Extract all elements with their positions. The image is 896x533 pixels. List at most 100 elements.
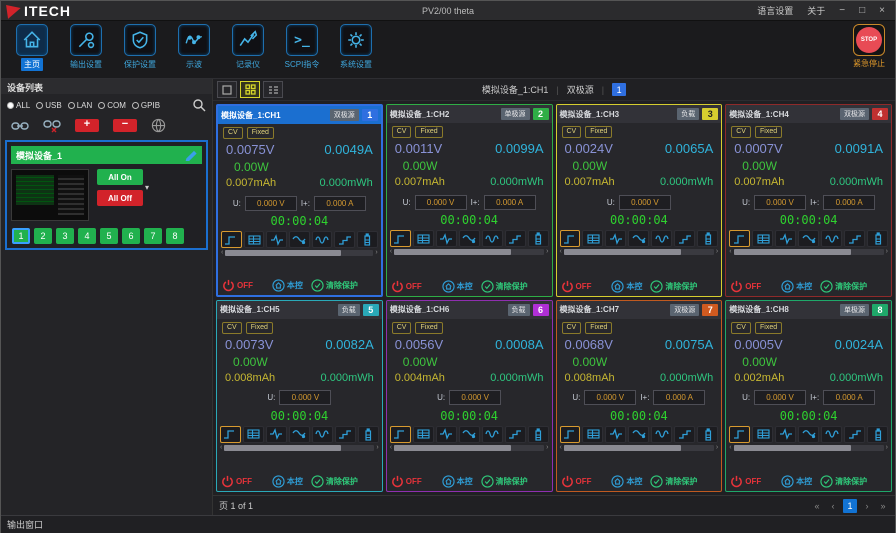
remove-device-button[interactable]: − — [113, 119, 137, 132]
scroll-right-icon[interactable]: › — [716, 249, 718, 255]
power-toggle[interactable]: OFF — [391, 280, 422, 293]
channel-header[interactable]: 模拟设备_1:CH4 双极源 4 — [726, 105, 891, 123]
power-toggle[interactable]: OFF — [561, 475, 592, 488]
scroll-left-icon[interactable]: ‹ — [729, 249, 731, 255]
add-device-button[interactable]: + — [75, 119, 99, 132]
close-button[interactable]: × — [879, 5, 885, 16]
current-set-field[interactable]: 0.000 A — [823, 390, 875, 405]
table-icon[interactable] — [413, 426, 434, 443]
power-toggle[interactable]: OFF — [222, 279, 253, 292]
voltage-set-field[interactable]: 0.000 V — [584, 390, 636, 405]
table-icon[interactable] — [582, 230, 603, 247]
channel-select-button-5[interactable]: 5 — [100, 228, 118, 244]
sine-wave-icon[interactable] — [651, 230, 672, 247]
wave-icon[interactable] — [459, 230, 480, 247]
wave-icon[interactable] — [289, 426, 310, 443]
voltage-set-field[interactable]: 0.000 V — [279, 390, 331, 405]
ramp-icon[interactable] — [674, 426, 695, 443]
card-scrollbar[interactable]: ‹ › — [557, 247, 722, 255]
pulse-icon[interactable] — [266, 231, 287, 248]
battery-icon[interactable] — [528, 426, 549, 443]
pulse-icon[interactable] — [775, 426, 796, 443]
scrollbar-thumb[interactable] — [564, 249, 681, 255]
scroll-left-icon[interactable]: ‹ — [560, 445, 562, 451]
wave-icon[interactable] — [459, 426, 480, 443]
maximize-button[interactable]: □ — [859, 5, 865, 16]
card-scrollbar[interactable]: ‹ › — [387, 443, 552, 451]
battery-icon[interactable] — [528, 230, 549, 247]
voltage-set-field[interactable]: 0.000 V — [754, 390, 806, 405]
last-page-icon[interactable]: » — [877, 501, 889, 511]
local-control-indicator[interactable]: 本控 — [781, 280, 812, 293]
fixed-wave-icon[interactable] — [221, 231, 242, 248]
voltage-set-field[interactable]: 0.000 V — [754, 195, 806, 210]
clear-protection-button[interactable]: 清除保护 — [820, 475, 867, 488]
battery-icon[interactable] — [867, 230, 888, 247]
power-toggle[interactable]: OFF — [730, 280, 761, 293]
wave-icon[interactable] — [798, 426, 819, 443]
power-toggle[interactable]: OFF — [730, 475, 761, 488]
battery-icon[interactable] — [867, 426, 888, 443]
card-scrollbar[interactable]: ‹ › — [726, 247, 891, 255]
fixed-wave-icon[interactable] — [729, 230, 750, 247]
list-view-button[interactable] — [263, 81, 283, 98]
device-card[interactable]: 模拟设备_1 All On All Off ▾ 12345678 — [5, 140, 208, 250]
scrollbar-thumb[interactable] — [734, 445, 851, 451]
fixed-wave-icon[interactable] — [390, 230, 411, 247]
grid-view-button[interactable] — [240, 81, 260, 98]
local-control-indicator[interactable]: 本控 — [272, 475, 303, 488]
ramp-icon[interactable] — [844, 230, 865, 247]
scroll-right-icon[interactable]: › — [546, 249, 548, 255]
current-page-button[interactable]: 1 — [843, 499, 857, 513]
battery-icon[interactable] — [697, 426, 718, 443]
all-off-button[interactable]: All Off — [97, 190, 143, 206]
table-icon[interactable] — [752, 230, 773, 247]
card-scrollbar[interactable]: ‹ › — [726, 443, 891, 451]
scroll-left-icon[interactable]: ‹ — [729, 445, 731, 451]
clear-protection-button[interactable]: 清除保护 — [481, 475, 528, 488]
card-scrollbar[interactable]: ‹ › — [217, 443, 382, 451]
wave-icon[interactable] — [798, 230, 819, 247]
scroll-left-icon[interactable]: ‹ — [390, 445, 392, 451]
channel-header[interactable]: 模拟设备_1:CH2 单极源 2 — [387, 105, 552, 123]
fixed-wave-icon[interactable] — [729, 426, 750, 443]
power-toggle[interactable]: OFF — [561, 280, 592, 293]
local-control-indicator[interactable]: 本控 — [781, 475, 812, 488]
scroll-right-icon[interactable]: › — [886, 445, 888, 451]
ramp-icon[interactable] — [844, 426, 865, 443]
battery-icon[interactable] — [357, 231, 378, 248]
sine-wave-icon[interactable] — [482, 230, 503, 247]
channel-select-button-2[interactable]: 2 — [34, 228, 52, 244]
prev-page-icon[interactable]: ‹ — [827, 501, 839, 511]
ramp-icon[interactable] — [674, 230, 695, 247]
clear-protection-button[interactable]: 清除保护 — [820, 280, 867, 293]
current-set-field[interactable]: 0.000 A — [823, 195, 875, 210]
channel-select-button-6[interactable]: 6 — [122, 228, 140, 244]
local-control-indicator[interactable]: 本控 — [442, 280, 473, 293]
nav-oscilloscope[interactable]: 示波 — [167, 24, 221, 71]
channel-select-button-1[interactable]: 1 — [12, 228, 30, 244]
voltage-set-field[interactable]: 0.000 V — [619, 195, 671, 210]
scroll-left-icon[interactable]: ‹ — [560, 249, 562, 255]
local-control-indicator[interactable]: 本控 — [611, 280, 642, 293]
wave-icon[interactable] — [289, 231, 310, 248]
channel-header[interactable]: 模拟设备_1:CH1 双极源 1 — [218, 106, 381, 124]
local-control-indicator[interactable]: 本控 — [442, 475, 473, 488]
interface-radio-com[interactable]: COM — [98, 101, 126, 110]
battery-icon[interactable] — [697, 230, 718, 247]
channel-select-button-4[interactable]: 4 — [78, 228, 96, 244]
voltage-set-field[interactable]: 0.000 V — [245, 196, 297, 211]
pulse-icon[interactable] — [605, 426, 626, 443]
emergency-stop-button[interactable]: STOP — [853, 24, 885, 56]
channel-select-button-7[interactable]: 7 — [144, 228, 162, 244]
single-view-button[interactable] — [217, 81, 237, 98]
pulse-icon[interactable] — [436, 230, 457, 247]
scroll-right-icon[interactable]: › — [886, 249, 888, 255]
scrollbar-thumb[interactable] — [394, 445, 511, 451]
all-on-button[interactable]: All On — [97, 169, 143, 185]
sine-wave-icon[interactable] — [651, 426, 672, 443]
current-set-field[interactable]: 0.000 A — [653, 390, 705, 405]
interface-radio-lan[interactable]: LAN — [68, 101, 93, 110]
scroll-right-icon[interactable]: › — [716, 445, 718, 451]
channel-header[interactable]: 模拟设备_1:CH3 负载 3 — [557, 105, 722, 123]
